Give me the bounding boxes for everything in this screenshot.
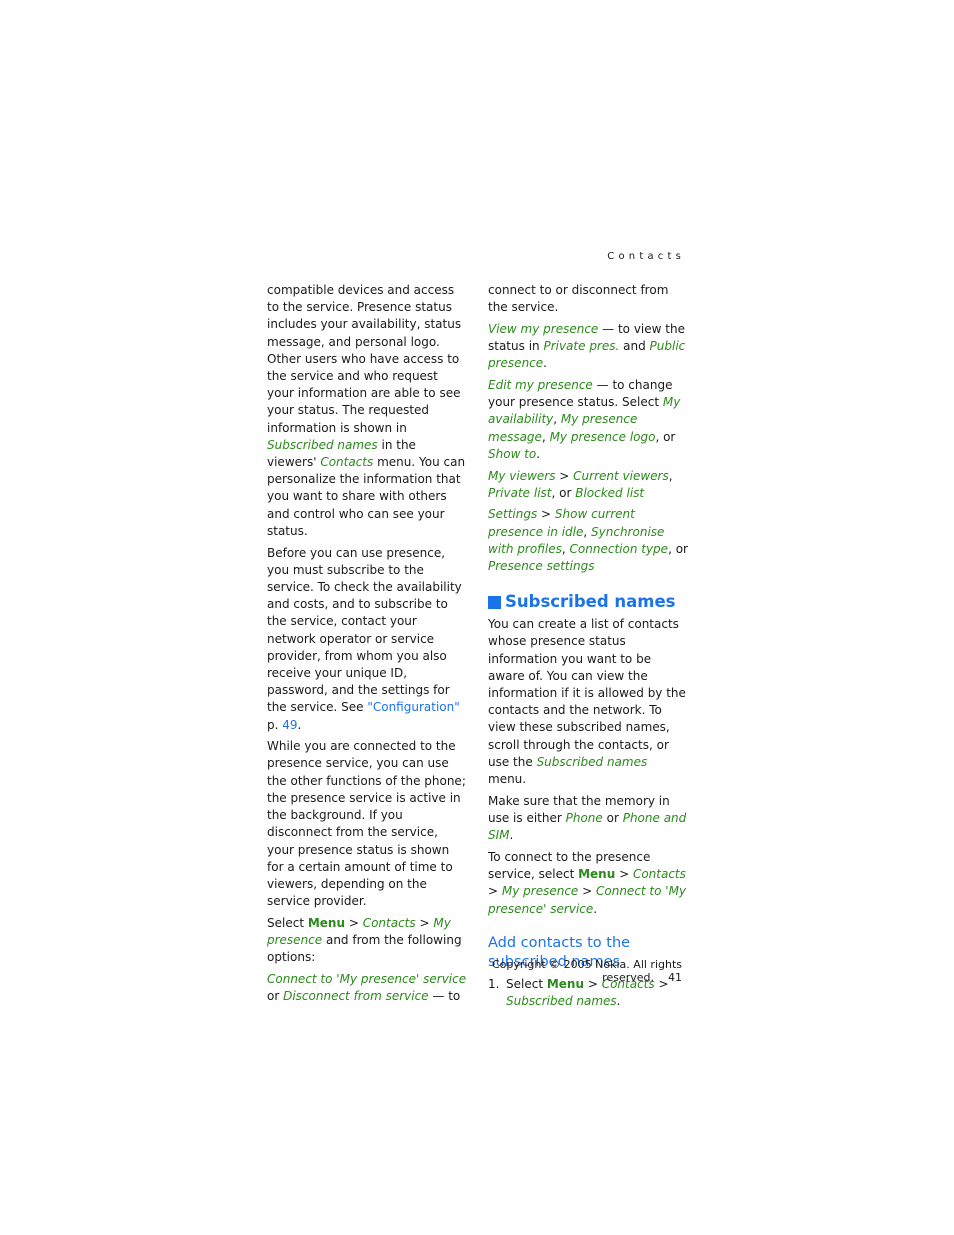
copyright-text: Copyright © 2005 Nokia. All rights reser…	[491, 958, 682, 984]
my-presence-label[interactable]: My presence	[502, 884, 578, 898]
my-viewers-label[interactable]: My viewers	[488, 469, 555, 483]
paragraph-subscribe: Before you can use presence, you must su…	[267, 545, 462, 732]
left-column: compatible devices and access to the ser…	[267, 282, 467, 1010]
subscribed-names-menu-label[interactable]: Subscribed names	[537, 755, 648, 769]
paragraph-subscribed-intro: You can create a list of contacts whose …	[488, 617, 686, 787]
page-footer: Copyright © 2005 Nokia. All rights reser…	[420, 958, 682, 984]
edit-my-presence-label[interactable]: Edit my presence	[488, 378, 593, 392]
private-list-label[interactable]: Private list	[488, 486, 552, 500]
blocked-list-label[interactable]: Blocked list	[575, 486, 644, 500]
page-ref-link[interactable]: 49	[282, 718, 297, 732]
contacts-label[interactable]: Contacts	[633, 867, 686, 881]
running-header: Contacts	[607, 251, 685, 262]
my-presence-logo-label[interactable]: My presence logo	[550, 430, 656, 444]
paragraph-connected: While you are connected to the presence …	[267, 739, 466, 909]
paragraph-presence-intro: compatible devices and access to the ser…	[267, 283, 466, 538]
option-my-viewers: My viewers > Current viewers, Private li…	[488, 468, 673, 500]
menu-label[interactable]: Menu	[308, 916, 345, 930]
subscribed-names-label[interactable]: Subscribed names	[506, 994, 617, 1008]
contacts-label[interactable]: Contacts	[363, 916, 416, 930]
show-to-label[interactable]: Show to	[488, 447, 536, 461]
phone-label[interactable]: Phone	[566, 811, 603, 825]
option-edit-my-presence: Edit my presence — to change your presen…	[488, 378, 681, 461]
presence-settings-label[interactable]: Presence settings	[488, 559, 594, 573]
contacts-link[interactable]: Contacts	[320, 455, 373, 469]
private-pres-label[interactable]: Private pres.	[543, 339, 619, 353]
paragraph-connect-cont: connect to or disconnect from the servic…	[488, 283, 669, 315]
settings-label[interactable]: Settings	[488, 507, 537, 521]
configuration-link[interactable]: "Configuration"	[367, 700, 459, 714]
subscribed-names-link[interactable]: Subscribed names	[267, 438, 378, 452]
paragraph-connect-instructions: To connect to the presence service, sele…	[488, 849, 687, 916]
current-viewers-label[interactable]: Current viewers	[573, 469, 669, 483]
option-view-my-presence: View my presence — to view the status in…	[488, 321, 686, 371]
option-settings: Settings > Show current presence in idle…	[488, 507, 688, 574]
view-my-presence-label[interactable]: View my presence	[488, 322, 598, 336]
square-bullet-icon	[488, 595, 501, 609]
menu-label[interactable]: Menu	[578, 867, 615, 881]
right-column: connect to or disconnect from the servic…	[488, 282, 688, 1010]
disconnect-option[interactable]: Disconnect from service	[283, 989, 428, 1003]
page-number: 41	[668, 971, 682, 984]
connection-type-label[interactable]: Connection type	[570, 542, 669, 556]
section-heading: Subscribed names	[488, 592, 688, 612]
paragraph-memory: Make sure that the memory in use is eith…	[488, 793, 687, 843]
